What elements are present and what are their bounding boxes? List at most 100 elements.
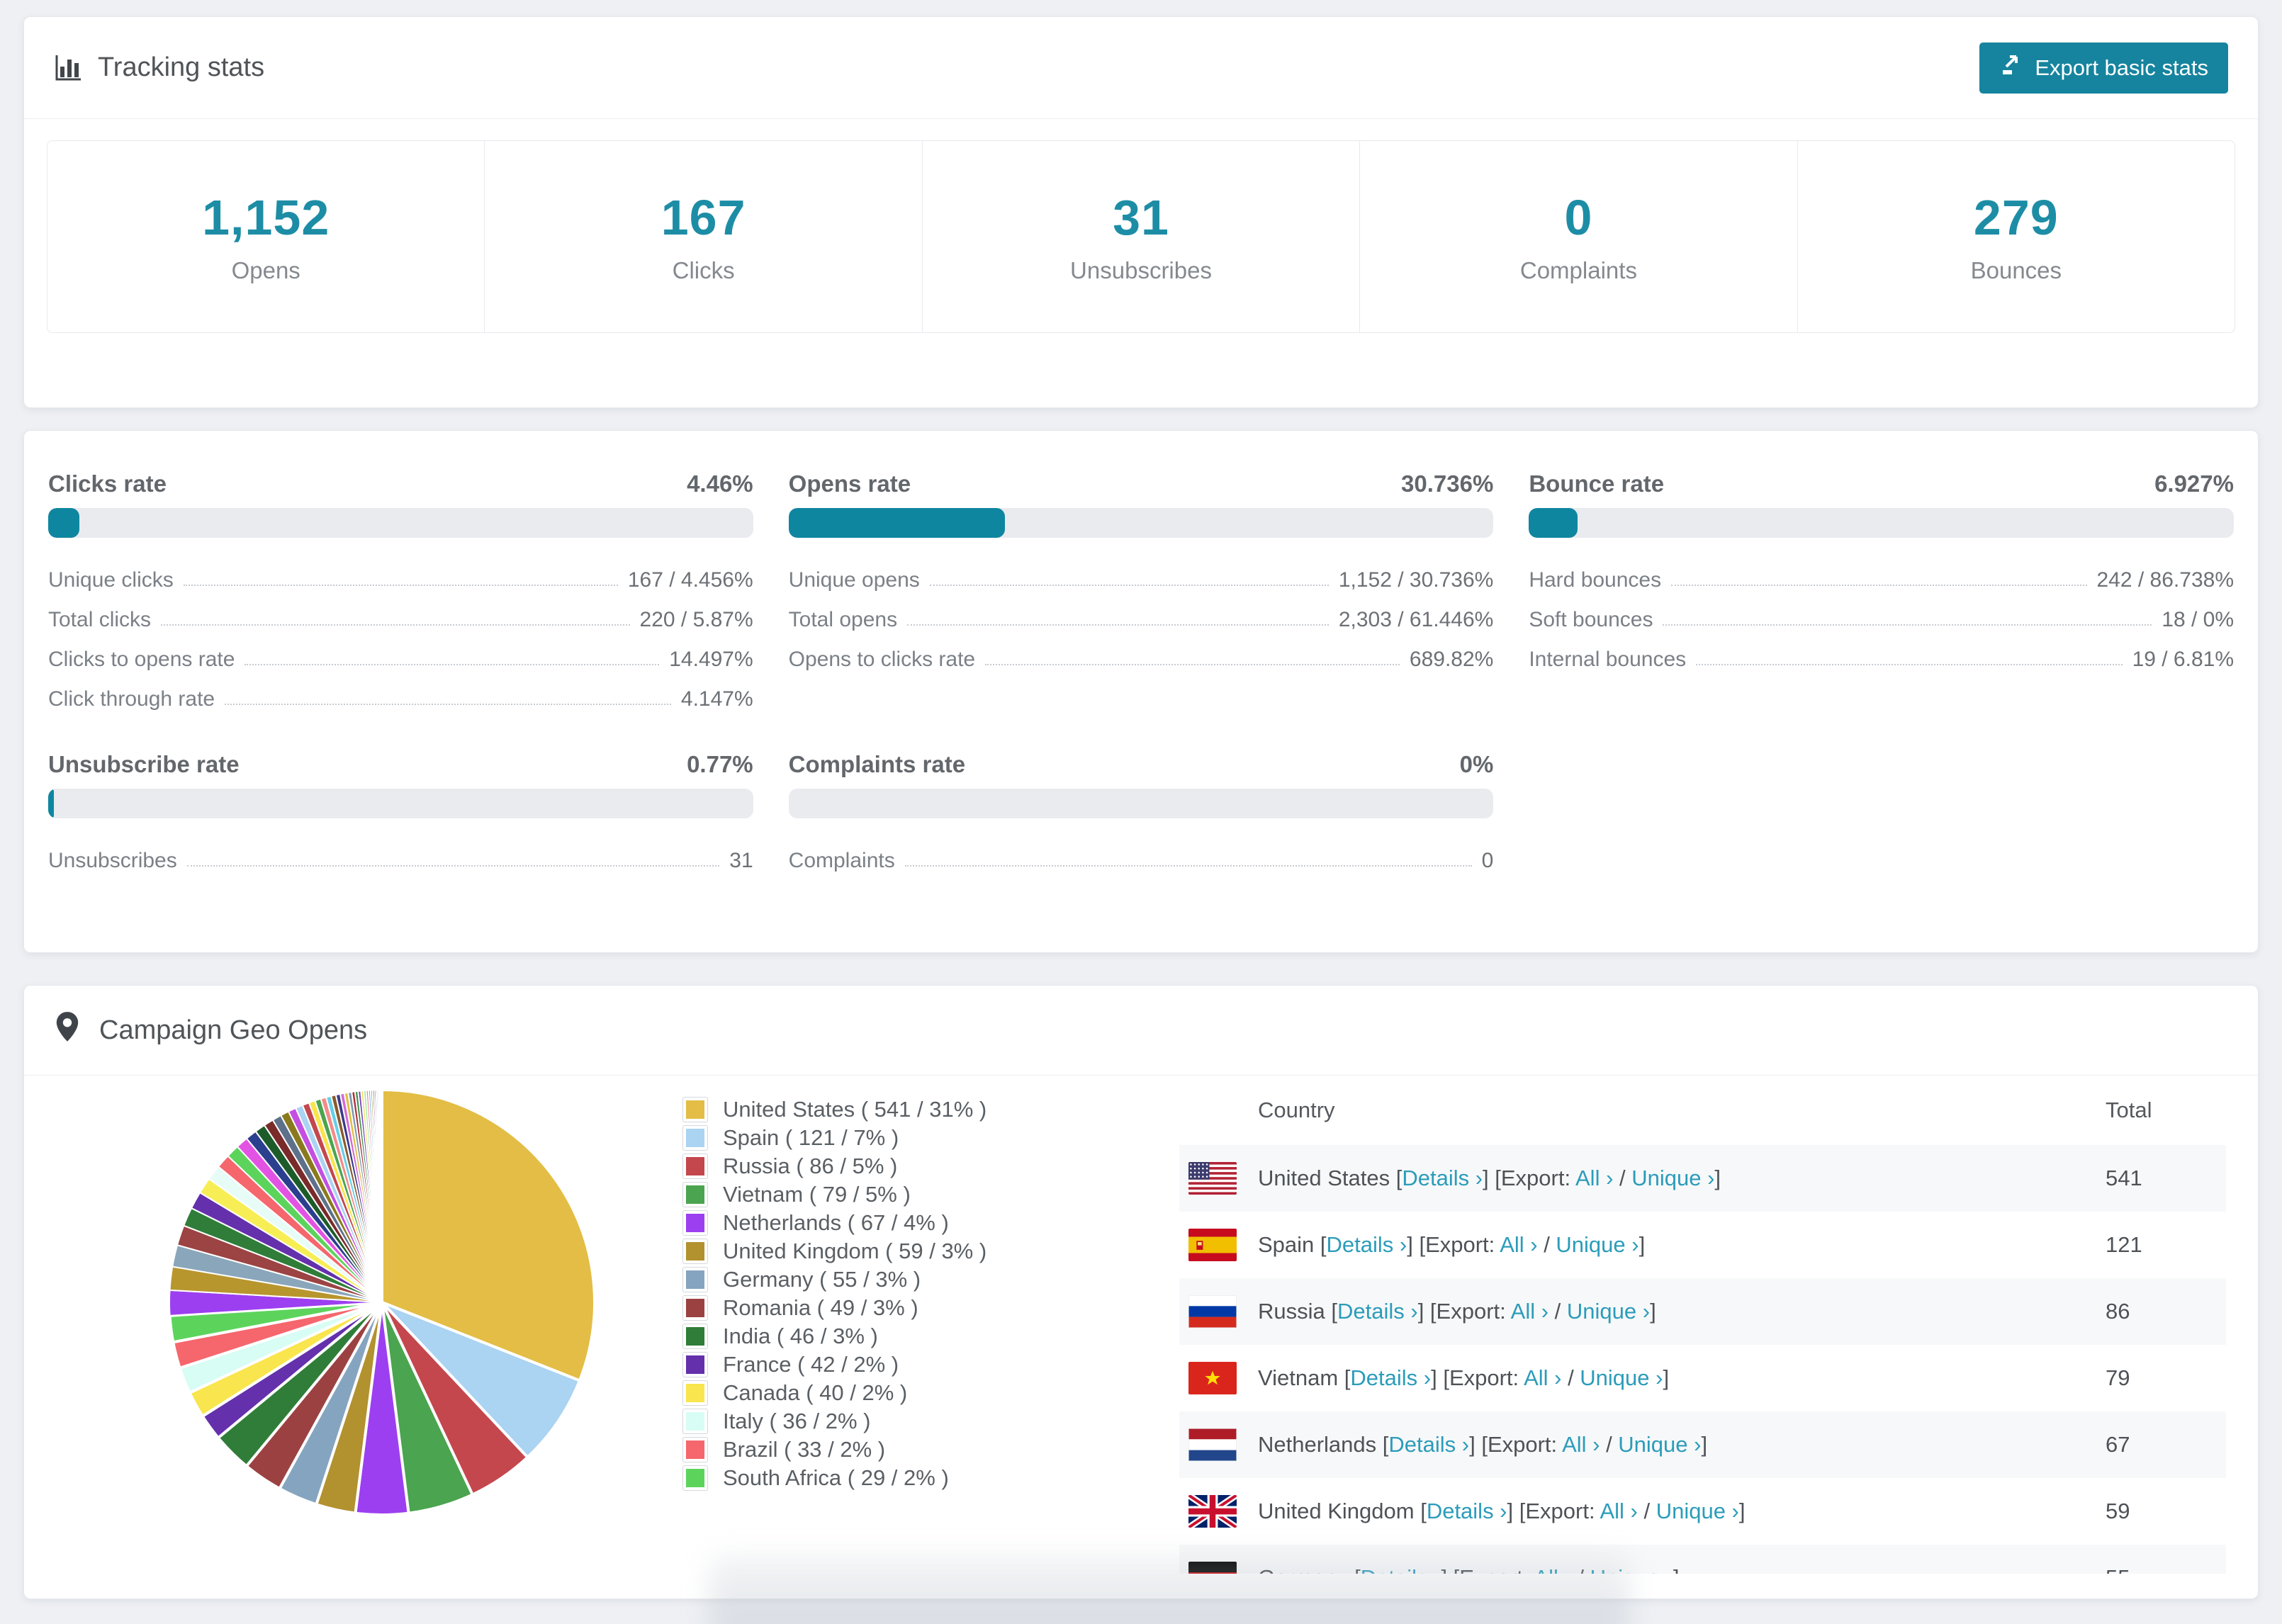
- legend-label: United Kingdom ( 59 / 3% ): [723, 1239, 987, 1263]
- progress-bar-fill: [48, 508, 80, 538]
- bracket: ]: [1701, 1432, 1708, 1457]
- stat-label: Opens to clicks rate: [788, 648, 976, 671]
- progress-bar-fill: [788, 508, 1006, 538]
- details-link[interactable]: Details ›: [1388, 1432, 1469, 1457]
- stat-value: 220 / 5.87%: [639, 608, 753, 631]
- rate-value: 0.77%: [687, 751, 753, 777]
- stat-value: 242 / 86.738%: [2096, 568, 2235, 592]
- stat-label: Unique clicks: [48, 568, 174, 592]
- legend-item-india[interactable]: India ( 46 / 3% ): [683, 1322, 1179, 1350]
- legend-label: Italy ( 36 / 2% ): [723, 1409, 871, 1433]
- legend-item-italy[interactable]: Italy ( 36 / 2% ): [683, 1407, 1179, 1436]
- export-unique-link[interactable]: Unique ›: [1618, 1432, 1701, 1457]
- details-link[interactable]: Details ›: [1337, 1299, 1418, 1324]
- rate-head: Unsubscribe rate 0.77%: [48, 751, 753, 789]
- separator: /: [1637, 1499, 1656, 1523]
- legend-item-russia[interactable]: Russia ( 86 / 5% ): [683, 1152, 1179, 1180]
- legend-swatch: [683, 1296, 707, 1320]
- legend-item-canada[interactable]: Canada ( 40 / 2% ): [683, 1379, 1179, 1407]
- export-unique-link[interactable]: Unique ›: [1631, 1166, 1714, 1190]
- bracket: ]: [1650, 1299, 1656, 1324]
- rate-head: Bounce rate 6.927%: [1529, 470, 2234, 508]
- legend-item-netherlands[interactable]: Netherlands ( 67 / 4% ): [683, 1209, 1179, 1237]
- legend-item-vietnam[interactable]: Vietnam ( 79 / 5% ): [683, 1180, 1179, 1209]
- details-link[interactable]: Details ›: [1327, 1232, 1407, 1257]
- legend-swatch: [683, 1466, 707, 1490]
- bracket: ]: [1663, 1365, 1670, 1390]
- nl-flag-icon: [1188, 1428, 1237, 1461]
- geo-pie-chart: [24, 1076, 609, 1533]
- stat-label: Complaints: [788, 849, 895, 872]
- stat-value: 167 / 4.456%: [627, 568, 753, 592]
- legend-item-south-africa[interactable]: South Africa ( 29 / 2% ): [683, 1464, 1179, 1492]
- legend-item-france[interactable]: France ( 42 / 2% ): [683, 1350, 1179, 1379]
- legend-label: Canada ( 40 / 2% ): [723, 1380, 908, 1405]
- legend-item-romania[interactable]: Romania ( 49 / 3% ): [683, 1294, 1179, 1322]
- legend-label: Romania ( 49 / 3% ): [723, 1295, 918, 1320]
- legend-item-united-kingdom[interactable]: United Kingdom ( 59 / 3% ): [683, 1237, 1179, 1265]
- dashboard-page: Tracking stats Export basic stats 1,152 O…: [0, 0, 2282, 1624]
- stat-row-soft-bounces: Soft bounces 18 / 0%: [1529, 609, 2234, 631]
- export-unique-link[interactable]: Unique ›: [1556, 1232, 1639, 1257]
- legend-swatch: [683, 1183, 707, 1207]
- legend-item-united-states[interactable]: United States ( 541 / 31% ): [683, 1095, 1179, 1124]
- export-all-link[interactable]: All ›: [1524, 1365, 1561, 1390]
- summary-label: Unsubscribes: [1070, 257, 1212, 283]
- details-link[interactable]: Details ›: [1402, 1166, 1483, 1190]
- separator: /: [1613, 1166, 1632, 1190]
- legend-item-brazil[interactable]: Brazil ( 33 / 2% ): [683, 1436, 1179, 1464]
- export-unique-link[interactable]: Unique ›: [1656, 1499, 1739, 1523]
- tracking-stats-header: Tracking stats Export basic stats: [24, 17, 2258, 119]
- stat-value: 1,152 / 30.736%: [1338, 568, 1494, 592]
- legend-label: South Africa ( 29 / 2% ): [723, 1465, 949, 1490]
- stat-row-hard-bounces: Hard bounces 242 / 86.738%: [1529, 570, 2234, 591]
- table-row-united-kingdom: United Kingdom [Details ›] [Export: All …: [1179, 1478, 2226, 1545]
- stat-row-total-clicks: Total clicks 220 / 5.87%: [48, 609, 753, 631]
- dotted-leader: [929, 585, 1329, 586]
- stat-label: Total opens: [788, 608, 898, 631]
- legend-label: Russia ( 86 / 5% ): [723, 1154, 898, 1178]
- export-all-link[interactable]: All ›: [1511, 1299, 1548, 1324]
- page-title: Tracking stats: [98, 52, 265, 82]
- export-icon: [1999, 53, 2023, 83]
- rates-grid: Clicks rate 4.46% Unique clicks 167 / 4.456…: [24, 431, 2258, 872]
- progress-bar: [48, 789, 753, 818]
- legend-swatch: [683, 1239, 707, 1263]
- export-prefix: ] [Export:: [1417, 1299, 1511, 1324]
- legend-swatch: [683, 1381, 707, 1405]
- export-prefix: ] [Export:: [1469, 1432, 1563, 1457]
- export-prefix: ] [Export:: [1483, 1166, 1575, 1190]
- export-all-link[interactable]: All ›: [1600, 1499, 1637, 1523]
- table-row-russia: Russia [Details ›] [Export: All › / Uniq…: [1179, 1278, 2226, 1345]
- country-cell: United States [Details ›] [Export: All ›…: [1258, 1166, 2106, 1191]
- rate-title: Bounce rate: [1529, 470, 1665, 497]
- legend-swatch: [683, 1438, 707, 1462]
- summary-cell-unsubscribes: 31 Unsubscribes: [921, 141, 1359, 332]
- rate-value: 0%: [1459, 751, 1494, 777]
- rate-value: 4.46%: [687, 470, 753, 497]
- export-all-link[interactable]: All ›: [1500, 1232, 1537, 1257]
- export-unique-link[interactable]: Unique ›: [1580, 1365, 1663, 1390]
- country-name: United States: [1258, 1166, 1396, 1190]
- legend-item-spain[interactable]: Spain ( 121 / 7% ): [683, 1124, 1179, 1152]
- stat-value: 14.497%: [669, 648, 753, 671]
- stat-value: 689.82%: [1409, 648, 1494, 671]
- legend-swatch: [683, 1211, 707, 1235]
- stat-label: Total clicks: [48, 608, 152, 631]
- details-link[interactable]: Details ›: [1350, 1365, 1431, 1390]
- rate-title: Clicks rate: [48, 470, 167, 497]
- legend-label: Vietnam ( 79 / 5% ): [723, 1182, 911, 1207]
- export-basic-stats-button[interactable]: Export basic stats: [1979, 42, 2228, 94]
- export-all-link[interactable]: All ›: [1575, 1166, 1613, 1190]
- legend-label: Brazil ( 33 / 2% ): [723, 1437, 886, 1462]
- stat-label: Click through rate: [48, 687, 215, 711]
- summary-cell-bounces: 279 Bounces: [1797, 141, 2235, 332]
- progress-bar: [788, 508, 1494, 538]
- export-all-link[interactable]: All ›: [1562, 1432, 1600, 1457]
- export-unique-link[interactable]: Unique ›: [1567, 1299, 1650, 1324]
- summary-value: 0: [1564, 190, 1593, 245]
- details-link[interactable]: Details ›: [1427, 1499, 1507, 1523]
- rate-block-complaints-rate: Complaints rate 0% Complaints 0: [788, 751, 1494, 872]
- legend-item-germany[interactable]: Germany ( 55 / 3% ): [683, 1265, 1179, 1294]
- export-prefix: ] [Export:: [1431, 1365, 1524, 1390]
